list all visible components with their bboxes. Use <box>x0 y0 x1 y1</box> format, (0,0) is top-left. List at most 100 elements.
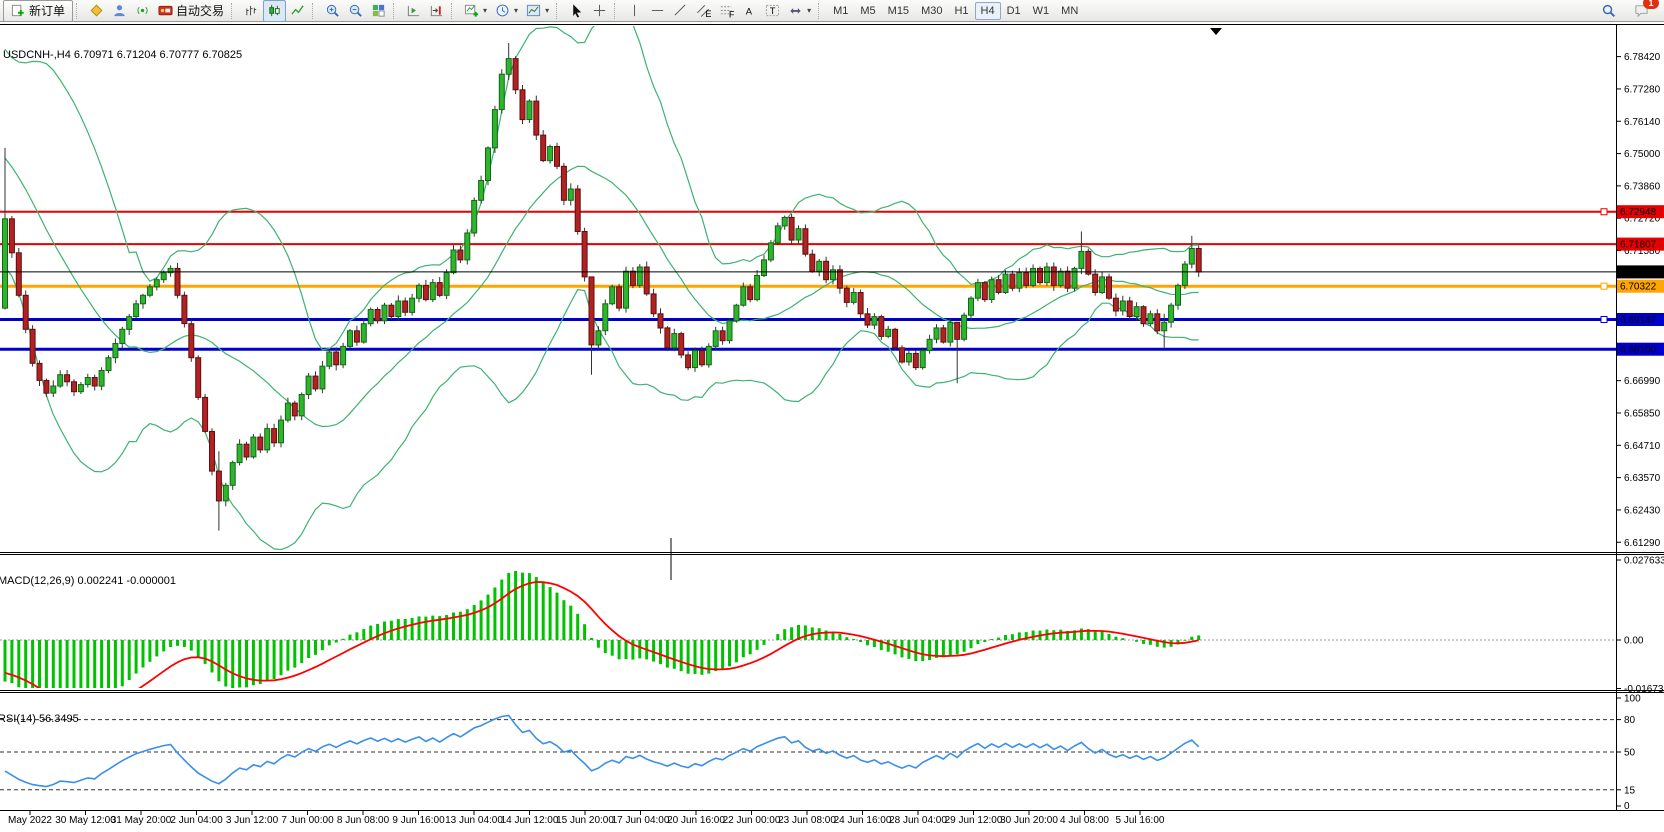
autotrading-button[interactable]: 自动交易 <box>154 0 228 22</box>
horizontal-line-button[interactable] <box>646 0 669 22</box>
line-handle <box>1601 283 1607 289</box>
time-tick: 2 Jun 04:00 <box>170 815 223 826</box>
price-tick: 6.75000 <box>1624 149 1661 160</box>
svg-text:F: F <box>729 10 734 18</box>
timeframe-d1-button[interactable]: D1 <box>1001 2 1027 20</box>
time-tick: 30 Jun 20:00 <box>1000 815 1058 826</box>
data-window-button[interactable] <box>108 0 131 22</box>
svg-text:6.71807: 6.71807 <box>1620 240 1657 251</box>
tile-windows-button[interactable] <box>367 0 390 22</box>
search-button[interactable] <box>1597 0 1620 22</box>
macd-tick: 0.027633 <box>1624 556 1664 567</box>
channel-icon: E <box>696 3 711 18</box>
toolbar-separator <box>451 3 456 19</box>
macd-tick: 0.00 <box>1624 636 1644 647</box>
price-axis[interactable]: 6.784206.772806.761406.750006.738606.727… <box>1616 52 1664 549</box>
navigator-button[interactable] <box>131 0 154 22</box>
equidistant-channel-button[interactable]: E <box>692 0 715 22</box>
price-tick: 6.76140 <box>1624 117 1661 128</box>
autotrade-icon <box>158 3 173 18</box>
time-tick: 13 Jun 04:00 <box>445 815 503 826</box>
arrows-button[interactable]: ▾ <box>784 0 815 22</box>
time-tick: 29 Jun 12:00 <box>945 815 1003 826</box>
timeframe-h1-button[interactable]: H1 <box>948 2 974 20</box>
time-tick: 5 Jul 16:00 <box>1116 815 1165 826</box>
periods-icon <box>495 3 510 18</box>
candlestick-chart-button[interactable] <box>263 0 286 22</box>
price-badge: 6.72948 <box>1617 205 1664 218</box>
toolbar-right: 1 <box>1597 0 1661 22</box>
timeframe-mn-button[interactable]: MN <box>1055 2 1084 20</box>
chart-shift-button[interactable] <box>425 0 448 22</box>
time-tick: May 2022 <box>8 815 52 826</box>
time-tick: 31 May 20:00 <box>111 815 172 826</box>
chevron-down-icon: ▾ <box>514 6 518 15</box>
arrows-icon <box>788 3 803 18</box>
trendline-button[interactable] <box>669 0 692 22</box>
time-tick: 9 Jun 16:00 <box>392 815 445 826</box>
timeframe-m15-button[interactable]: M15 <box>882 2 915 20</box>
fibonacci-button[interactable]: F <box>715 0 738 22</box>
rsi-panel[interactable]: 1008050150 <box>0 694 1641 813</box>
svg-text:E: E <box>705 9 711 18</box>
toolbar-separator <box>312 3 317 19</box>
time-axis[interactable]: May 202230 May 12:0031 May 20:002 Jun 04… <box>8 810 1165 826</box>
periods-button[interactable]: ▾ <box>491 0 522 22</box>
chart-shift-marker <box>1210 28 1222 35</box>
time-tick: 22 Jun 00:00 <box>723 815 781 826</box>
chart-frame <box>0 24 1664 811</box>
toolbar-separator <box>393 3 398 19</box>
timeframe-h4-button[interactable]: H4 <box>975 2 1001 20</box>
rsi-tick: 50 <box>1624 748 1636 759</box>
rsi-tick: 80 <box>1624 715 1636 726</box>
fibo-icon: F <box>719 3 734 18</box>
chart-shift-icon <box>429 3 444 18</box>
time-tick: 20 Jun 16:00 <box>667 815 725 826</box>
timeframe-m1-button[interactable]: M1 <box>827 2 854 20</box>
templates-button[interactable]: ▾ <box>522 0 553 22</box>
cursor-button[interactable] <box>565 0 588 22</box>
new-order-button[interactable]: 新订单 <box>3 0 73 22</box>
text-icon: A <box>742 3 757 18</box>
crosshair-button[interactable] <box>588 0 611 22</box>
signal-icon <box>135 3 150 18</box>
chevron-down-icon: ▾ <box>545 6 549 15</box>
auto-scroll-button[interactable] <box>402 0 425 22</box>
time-tick: 17 Jun 04:00 <box>612 815 670 826</box>
timeframe-m30-button[interactable]: M30 <box>915 2 948 20</box>
price-badge: 6.70322 <box>1617 280 1664 293</box>
time-tick: 4 Jul 08:00 <box>1060 815 1109 826</box>
chart-canvas[interactable]: 6.784206.772806.761406.750006.738606.727… <box>0 22 1664 832</box>
timeframe-m5-button[interactable]: M5 <box>854 2 881 20</box>
svg-text:A: A <box>746 7 753 17</box>
candles-chart-icon <box>267 3 282 18</box>
text-button[interactable]: A <box>738 0 761 22</box>
indicators-button[interactable]: ▾ <box>460 0 491 22</box>
zoom-in-icon <box>325 3 340 18</box>
tile-windows-icon <box>371 3 386 18</box>
timeframe-w1-button[interactable]: W1 <box>1027 2 1056 20</box>
macd-panel[interactable]: 0.0276330.00-0.016736 <box>0 556 1664 713</box>
chart-svg[interactable]: 6.784206.772806.761406.750006.738606.727… <box>0 22 1664 832</box>
macd-indicator-label: MACD(12,26,9) 0.002241 -0.000001 <box>0 575 176 587</box>
line-chart-button[interactable] <box>286 0 309 22</box>
svg-text:6.70825: 6.70825 <box>1620 267 1657 278</box>
market-watch-icon <box>89 3 104 18</box>
market-watch-button[interactable] <box>85 0 108 22</box>
price-tick: 6.62430 <box>1624 505 1661 516</box>
notifications-button[interactable]: 1 <box>1630 0 1653 22</box>
price-badge: 6.68100 <box>1617 343 1664 356</box>
zoom-in-button[interactable] <box>321 0 344 22</box>
chevron-down-icon: ▾ <box>483 6 487 15</box>
price-tick: 6.65850 <box>1624 409 1661 420</box>
vertical-line-button[interactable] <box>623 0 646 22</box>
toolbar-separator <box>614 3 619 19</box>
zoom-out-button[interactable] <box>344 0 367 22</box>
time-tick: 14 Jun 12:00 <box>501 815 559 826</box>
line-chart-icon <box>290 3 305 18</box>
time-tick: 30 May 12:00 <box>55 815 116 826</box>
svg-text:6.72948: 6.72948 <box>1620 207 1657 218</box>
text-label-button[interactable]: T <box>761 0 784 22</box>
bar-chart-button[interactable] <box>240 0 263 22</box>
label-icon: T <box>765 3 780 18</box>
